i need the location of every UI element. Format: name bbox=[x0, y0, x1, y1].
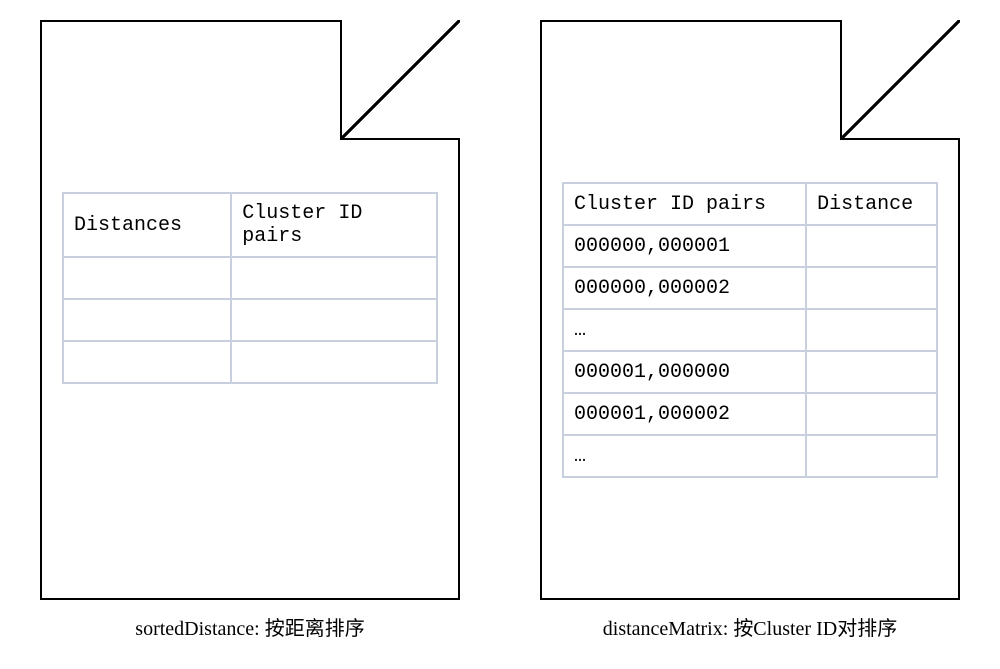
cell bbox=[231, 341, 437, 383]
cell bbox=[231, 299, 437, 341]
header-cluster-id-pairs: Cluster ID pairs bbox=[563, 183, 806, 225]
left-caption: sortedDistance: 按距离排序 bbox=[135, 612, 364, 641]
header-cluster-id-pairs: Cluster ID pairs bbox=[231, 193, 437, 257]
right-caption: distanceMatrix: 按Cluster ID对排序 bbox=[603, 612, 897, 641]
cell bbox=[63, 341, 231, 383]
table-row: 000001,000002 bbox=[563, 393, 937, 435]
cell bbox=[806, 435, 937, 477]
left-table-container: Distances Cluster ID pairs bbox=[62, 192, 438, 384]
cell bbox=[806, 267, 937, 309]
cell bbox=[63, 257, 231, 299]
cell: 000000,000001 bbox=[563, 225, 806, 267]
cell: 000001,000002 bbox=[563, 393, 806, 435]
right-document: Cluster ID pairs Distance 000000,000001 … bbox=[540, 20, 960, 600]
page-fold-icon bbox=[340, 20, 460, 140]
cell: 000000,000002 bbox=[563, 267, 806, 309]
cell bbox=[806, 309, 937, 351]
sorted-distance-table: Distances Cluster ID pairs bbox=[62, 192, 438, 384]
distance-matrix-table: Cluster ID pairs Distance 000000,000001 … bbox=[562, 182, 938, 478]
right-document-wrapper: Cluster ID pairs Distance 000000,000001 … bbox=[540, 20, 960, 641]
table-row bbox=[63, 257, 437, 299]
left-document: Distances Cluster ID pairs bbox=[40, 20, 460, 600]
diagram-container: Distances Cluster ID pairs bbox=[0, 0, 1000, 641]
table-row bbox=[63, 341, 437, 383]
table-row: 000000,000002 bbox=[563, 267, 937, 309]
cell bbox=[63, 299, 231, 341]
header-distances: Distances bbox=[63, 193, 231, 257]
cell bbox=[806, 225, 937, 267]
table-row: 000000,000001 bbox=[563, 225, 937, 267]
table-row: … bbox=[563, 435, 937, 477]
caption-prefix: sortedDistance: bbox=[135, 618, 264, 640]
right-table-container: Cluster ID pairs Distance 000000,000001 … bbox=[562, 182, 938, 478]
left-document-wrapper: Distances Cluster ID pairs bbox=[40, 20, 460, 641]
page-fold-icon bbox=[840, 20, 960, 140]
cell bbox=[231, 257, 437, 299]
caption-text: 按Cluster ID对排序 bbox=[733, 618, 897, 640]
caption-prefix: distanceMatrix: bbox=[603, 618, 734, 640]
header-distance: Distance bbox=[806, 183, 937, 225]
cell bbox=[806, 393, 937, 435]
caption-text: 按距离排序 bbox=[265, 618, 365, 640]
table-header-row: Cluster ID pairs Distance bbox=[563, 183, 937, 225]
table-header-row: Distances Cluster ID pairs bbox=[63, 193, 437, 257]
table-row: … bbox=[563, 309, 937, 351]
table-row: 000001,000000 bbox=[563, 351, 937, 393]
cell: … bbox=[563, 309, 806, 351]
cell: 000001,000000 bbox=[563, 351, 806, 393]
table-row bbox=[63, 299, 437, 341]
cell: … bbox=[563, 435, 806, 477]
cell bbox=[806, 351, 937, 393]
